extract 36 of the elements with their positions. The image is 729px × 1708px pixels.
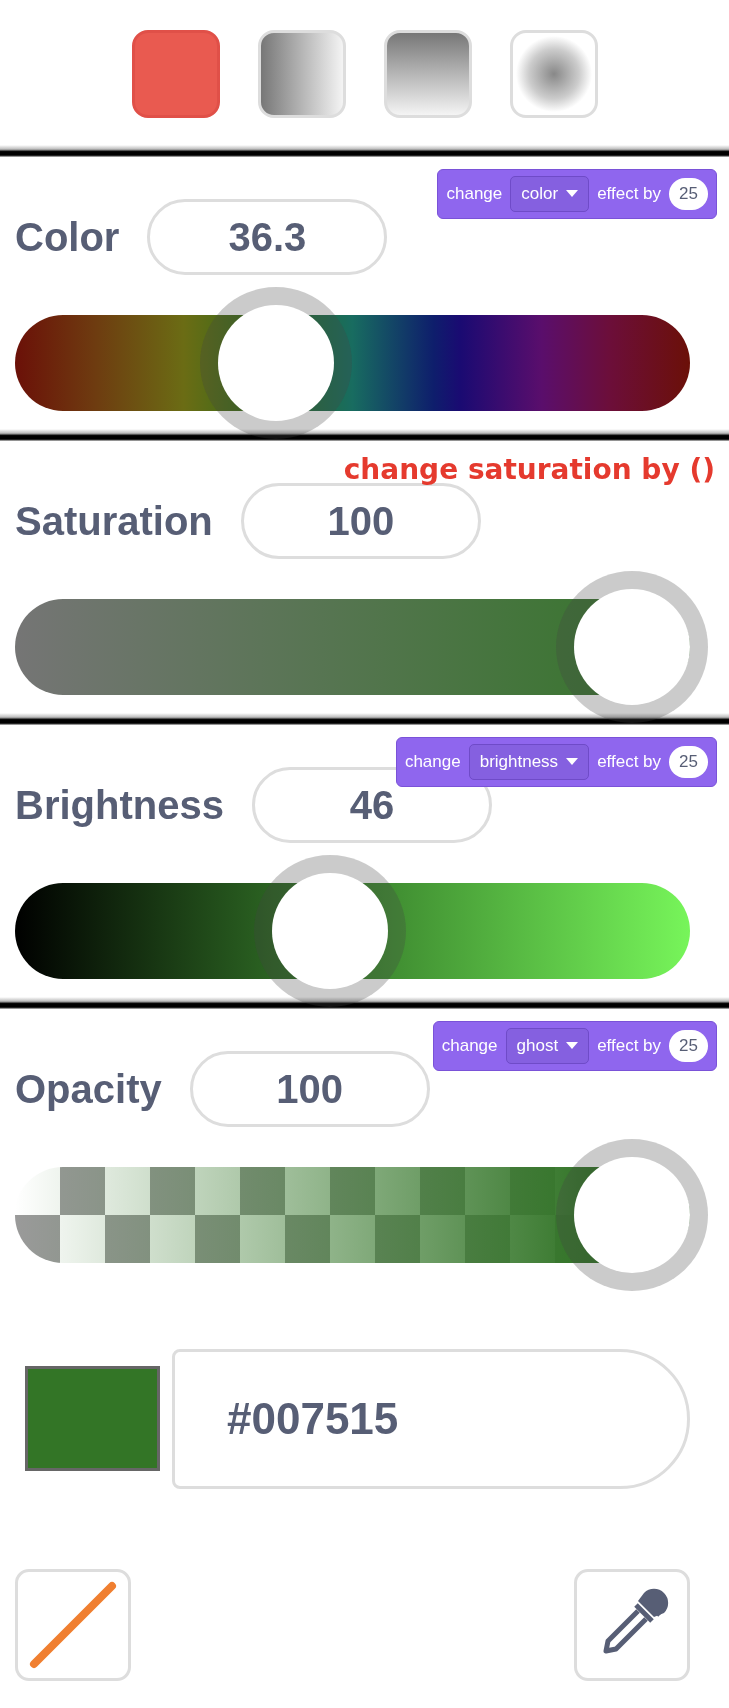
fill-type-button[interactable] xyxy=(131,30,220,118)
slider-label: Color xyxy=(15,214,120,261)
block-text: effect by xyxy=(597,183,662,205)
block-text: change xyxy=(446,183,503,205)
caret-icon xyxy=(566,758,579,766)
dropdown-button[interactable]: brightness xyxy=(468,744,590,780)
code-block[interactable]: change brightness effect by 25 xyxy=(395,737,717,787)
slider-thumb[interactable] xyxy=(217,305,334,421)
number-input[interactable]: 25 xyxy=(669,1030,708,1062)
value-field[interactable]: 100 xyxy=(189,1051,430,1127)
dropdown-button[interactable]: ghost xyxy=(505,1028,590,1064)
hex-field[interactable]: #007515 xyxy=(172,1348,690,1489)
value-field[interactable]: 36.3 xyxy=(147,199,388,275)
number-input[interactable]: 25 xyxy=(669,178,708,210)
line-icon xyxy=(28,1580,118,1670)
slider[interactable] xyxy=(15,1157,690,1273)
caret-icon xyxy=(566,190,579,198)
slider-thumb[interactable] xyxy=(574,589,690,705)
slider-label: Opacity xyxy=(15,1066,162,1113)
slider-label: Brightness xyxy=(15,782,224,829)
slider[interactable] xyxy=(15,305,690,421)
code-block[interactable]: change color effect by 25 xyxy=(437,169,717,219)
slider-thumb[interactable] xyxy=(272,873,389,989)
block-text: effect by xyxy=(597,751,662,773)
dropdown-button[interactable]: color xyxy=(510,176,590,212)
code-block[interactable]: change ghost effect by 25 xyxy=(432,1021,717,1071)
block-text: effect by xyxy=(597,1035,662,1057)
block-text: change xyxy=(441,1035,498,1057)
number-input[interactable]: 25 xyxy=(669,746,708,778)
slider-label: Saturation xyxy=(15,498,213,545)
eyedropper-button[interactable] xyxy=(574,1569,690,1681)
slider[interactable] xyxy=(15,589,690,705)
line-tool-button[interactable] xyxy=(15,1569,131,1681)
caret-icon xyxy=(566,1042,579,1050)
slider-thumb[interactable] xyxy=(574,1157,690,1273)
slider[interactable] xyxy=(15,873,690,989)
